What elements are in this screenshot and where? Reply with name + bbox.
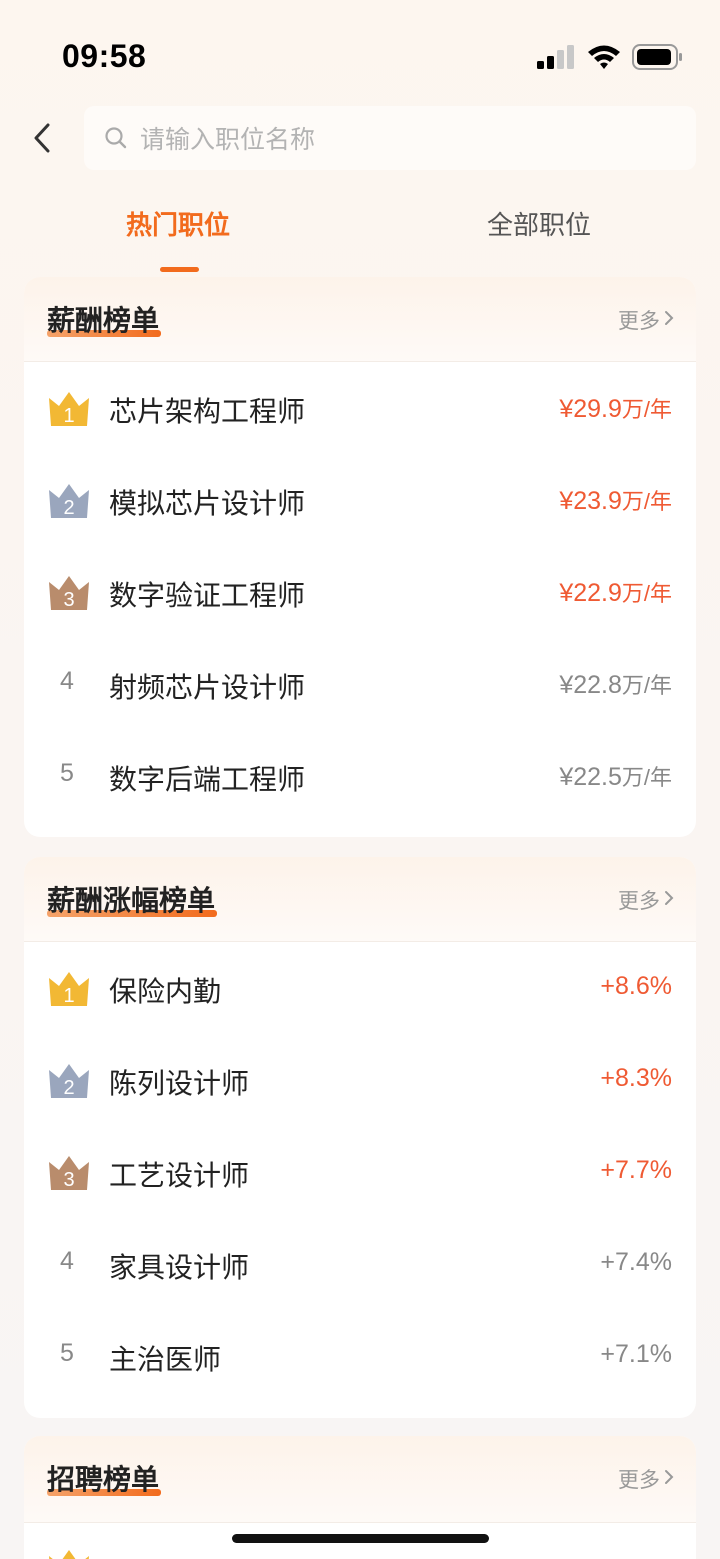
tab-hot-positions[interactable]: 热门职位 (126, 205, 230, 242)
chevron-right-icon[interactable] (664, 1468, 674, 1486)
card-title: 薪酬榜单 (47, 299, 162, 339)
salary-value: ¥23.9万/年 (559, 487, 672, 515)
position-name: 数字验证工程师 (109, 579, 306, 612)
bronze-crown-icon: 3 (49, 1156, 89, 1191)
list-item[interactable]: 3 工艺设计师 +7.7% (24, 1126, 696, 1218)
rank-number: 4 (60, 1247, 74, 1275)
salary-ranking-card: 薪酬榜单 更多 1 芯片架构工程师 ¥29.9万/年 2 模拟芯片设计师 ¥23… (24, 277, 696, 837)
position-name: 模拟芯片设计师 (109, 487, 306, 520)
more-link[interactable]: 更多 (618, 885, 660, 915)
svg-text:1: 1 (63, 985, 74, 1007)
battery-icon (632, 44, 682, 70)
more-link[interactable]: 更多 (618, 305, 660, 335)
rank-number: 4 (60, 667, 74, 695)
position-name: 主治医师 (109, 1343, 222, 1376)
list-item[interactable]: 1 保险内勤 +8.6% (24, 942, 696, 1034)
status-time: 09:58 (62, 38, 147, 74)
position-name: 家具设计师 (109, 1251, 250, 1284)
cellular-signal-icon (537, 45, 574, 69)
svg-text:3: 3 (63, 589, 74, 611)
gold-crown-icon (49, 1550, 89, 1559)
card-header: 招聘榜单 更多 (24, 1436, 696, 1523)
card-header: 薪酬榜单 更多 (24, 277, 696, 362)
silver-crown-icon: 2 (49, 484, 89, 519)
gold-crown-icon: 1 (49, 392, 89, 427)
chevron-right-icon[interactable] (664, 889, 674, 907)
svg-text:2: 2 (63, 1077, 74, 1099)
salary-value: ¥22.9万/年 (559, 579, 672, 607)
back-chevron-icon[interactable] (28, 120, 60, 156)
salary-value: ¥22.5万/年 (559, 763, 672, 791)
rank-number: 5 (60, 759, 74, 787)
svg-text:2: 2 (63, 497, 74, 519)
home-indicator (232, 1534, 489, 1543)
wifi-icon (588, 45, 620, 69)
search-input[interactable] (138, 118, 682, 160)
position-name: 射频芯片设计师 (109, 671, 306, 704)
salary-growth-ranking-card: 薪酬涨幅榜单 更多 1 保险内勤 +8.6% 2 陈列设计师 +8.3% 3 工… (24, 857, 696, 1418)
rank-number: 5 (60, 1339, 74, 1367)
list-item[interactable]: 1 芯片架构工程师 ¥29.9万/年 (24, 362, 696, 454)
silver-crown-icon: 2 (49, 1064, 89, 1099)
search-icon (105, 127, 127, 149)
svg-text:1: 1 (63, 405, 74, 427)
active-tab-indicator (160, 267, 199, 272)
card-title: 招聘榜单 (47, 1458, 162, 1498)
more-link[interactable]: 更多 (618, 1464, 660, 1494)
bronze-crown-icon: 3 (49, 576, 89, 611)
list-item[interactable]: 5 数字后端工程师 ¥22.5万/年 (24, 730, 696, 822)
svg-text:3: 3 (63, 1169, 74, 1191)
position-name: 工艺设计师 (109, 1159, 250, 1192)
list-item[interactable]: 4 射频芯片设计师 ¥22.8万/年 (24, 638, 696, 730)
growth-value: +8.6% (600, 972, 672, 1000)
growth-value: +7.4% (600, 1248, 672, 1276)
list-item[interactable]: 2 模拟芯片设计师 ¥23.9万/年 (24, 454, 696, 546)
list-item[interactable]: 4 家具设计师 +7.4% (24, 1218, 696, 1310)
gold-crown-icon: 1 (49, 972, 89, 1007)
list-item[interactable]: 2 陈列设计师 +8.3% (24, 1034, 696, 1126)
tab-all-positions[interactable]: 全部职位 (487, 205, 591, 242)
growth-value: +7.7% (600, 1156, 672, 1184)
list-item[interactable]: 5 主治医师 +7.1% (24, 1310, 696, 1402)
status-bar: 09:58 (0, 0, 720, 100)
chevron-right-icon[interactable] (664, 309, 674, 327)
position-name: 保险内勤 (109, 975, 222, 1008)
card-header: 薪酬涨幅榜单 更多 (24, 857, 696, 942)
growth-value: +7.1% (600, 1340, 672, 1368)
list-item[interactable]: 3 数字验证工程师 ¥22.9万/年 (24, 546, 696, 638)
position-name: 数字后端工程师 (109, 763, 306, 796)
position-name: 陈列设计师 (109, 1067, 250, 1100)
growth-value: +8.3% (600, 1064, 672, 1092)
search-box[interactable] (84, 106, 696, 170)
salary-value: ¥29.9万/年 (559, 395, 672, 423)
salary-value: ¥22.8万/年 (559, 671, 672, 699)
card-title: 薪酬涨幅榜单 (47, 879, 218, 919)
position-name: 芯片架构工程师 (109, 395, 306, 428)
